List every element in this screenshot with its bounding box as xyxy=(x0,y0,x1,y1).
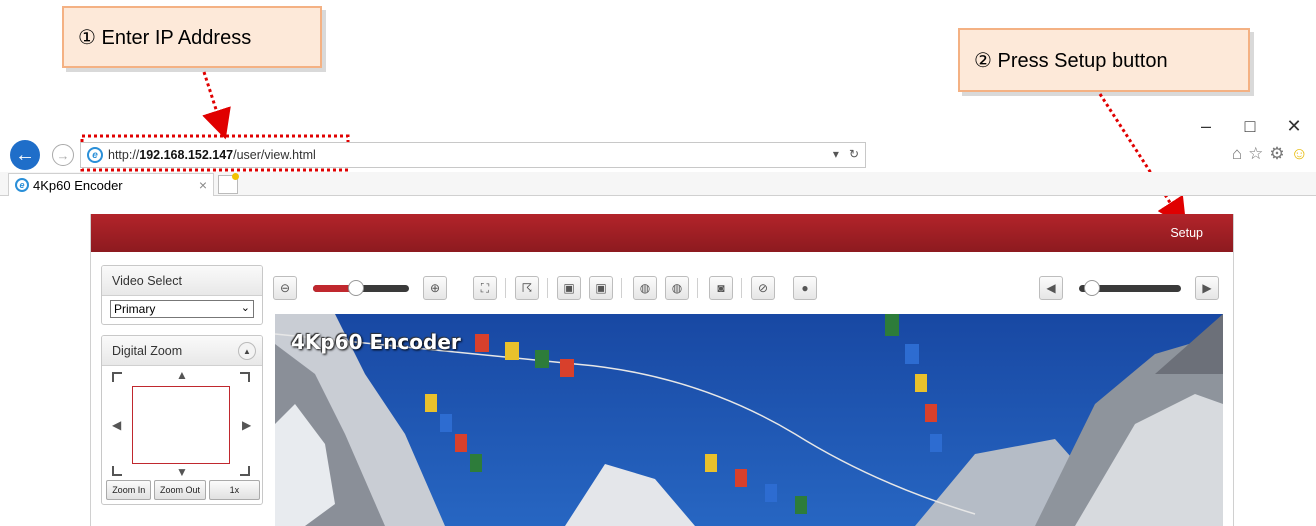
ie-icon: e xyxy=(87,147,103,163)
zoom-in-button[interactable]: Zoom In xyxy=(106,480,152,500)
tab-close-icon[interactable]: × xyxy=(199,177,207,193)
playback-slider[interactable] xyxy=(1079,280,1181,296)
zoom-slider[interactable] xyxy=(313,280,409,296)
back-button[interactable]: ← xyxy=(10,140,40,170)
pan-right-icon[interactable]: ▶ xyxy=(242,418,251,432)
ie-tab-icon: e xyxy=(15,178,29,192)
digital-zoom-header: Digital Zoom ▲ xyxy=(102,336,262,366)
snapshot-icon[interactable]: ◙ xyxy=(709,276,733,300)
video-select-value: Primary xyxy=(114,302,156,316)
stream2-icon[interactable]: ▣ xyxy=(589,276,613,300)
stream1-icon[interactable]: ▣ xyxy=(557,276,581,300)
tab-strip: e 4Kp60 Encoder × xyxy=(0,172,1316,196)
toolbar-separator xyxy=(547,278,548,298)
callout-press-setup-text: ② Press Setup button xyxy=(974,49,1168,72)
collapse-button[interactable]: ▲ xyxy=(238,342,256,360)
gear-icon[interactable]: ⚙ xyxy=(1269,144,1284,164)
arrow-enter-ip xyxy=(202,71,231,140)
prev-icon[interactable]: ◀ xyxy=(1039,276,1063,300)
zoom-out-button[interactable]: Zoom Out xyxy=(154,480,206,500)
dropdown-icon[interactable]: ▾ xyxy=(833,147,839,161)
zoom-1x-button[interactable]: 1x xyxy=(208,480,261,500)
tab-title: 4Kp60 Encoder xyxy=(33,177,123,193)
corner-bottom-left-icon[interactable] xyxy=(112,466,122,476)
toolbar-separator xyxy=(621,278,622,298)
callout-press-setup: ② Press Setup button xyxy=(958,28,1250,92)
toolbar-separator xyxy=(741,278,742,298)
address-tools: ▾ ↻ xyxy=(833,147,859,161)
smiley-icon[interactable]: ☺ xyxy=(1291,144,1308,164)
arrow-press-setup xyxy=(1098,93,1187,229)
corner-bottom-right-icon[interactable] xyxy=(240,466,250,476)
arrow-right-icon: → xyxy=(56,147,70,163)
home-icon[interactable]: ⌂ xyxy=(1232,144,1242,164)
digital-zoom-title: Digital Zoom xyxy=(112,343,183,358)
url-scheme: http:// xyxy=(108,148,140,162)
close-icon[interactable]: ✕ xyxy=(1286,116,1302,137)
arrow-left-icon: ← xyxy=(15,143,35,166)
mic-off-icon[interactable]: ⊘ xyxy=(751,276,775,300)
pan-down-icon[interactable]: ▼ xyxy=(176,465,188,479)
callout-enter-ip: ① Enter IP Address xyxy=(62,6,322,68)
url-path: /user/view.html xyxy=(233,148,316,162)
pan-left-icon[interactable]: ◀ xyxy=(112,418,121,432)
chevron-up-icon: ▲ xyxy=(243,346,251,356)
forward-button[interactable]: → xyxy=(52,144,74,166)
motion-icon[interactable]: ☈ xyxy=(515,276,539,300)
toolbar-separator xyxy=(697,278,698,298)
setup-button[interactable]: Setup xyxy=(1170,226,1203,240)
minimize-icon[interactable]: – xyxy=(1198,116,1214,137)
digital-zoom-panel: Digital Zoom ▲ ▲ ▼ ◀ ▶ Zoom In Zoom Out … xyxy=(101,335,263,505)
zoom-slider-knob[interactable] xyxy=(348,280,365,296)
chevron-down-icon: ⌄ xyxy=(240,302,250,314)
star-icon[interactable]: ☆ xyxy=(1248,144,1263,164)
zoom-in-icon[interactable]: ⊕ xyxy=(423,276,447,300)
maximize-icon[interactable]: □ xyxy=(1242,116,1258,137)
web-page: Setup Video Select Primary ⌄ Digital Zoo… xyxy=(90,214,1234,526)
video-select-title: Video Select xyxy=(102,266,262,296)
toolbar-separator xyxy=(505,278,506,298)
video-view[interactable]: 4Kp60 Encoder xyxy=(275,314,1223,526)
audio2-icon[interactable]: ◍ xyxy=(665,276,689,300)
fit-screen-icon[interactable]: ⛶ xyxy=(473,276,497,300)
record-icon[interactable]: ● xyxy=(793,276,817,300)
address-bar[interactable]: e http:// 192.168.152.147 /user/view.htm… xyxy=(80,142,866,168)
zoom-pad[interactable]: ▲ ▼ ◀ ▶ xyxy=(102,366,262,480)
zoom-buttons: Zoom In Zoom Out 1x xyxy=(102,480,262,504)
browser-toolbar-icons: ⌂ ☆ ⚙ ☺ xyxy=(1232,144,1308,164)
tab-encoder[interactable]: e 4Kp60 Encoder × xyxy=(8,173,214,196)
corner-top-left-icon[interactable] xyxy=(112,372,122,382)
next-icon[interactable]: ▶ xyxy=(1195,276,1219,300)
sidebar: Video Select Primary ⌄ Digital Zoom ▲ ▲ … xyxy=(101,265,263,515)
video-select-panel: Video Select Primary ⌄ xyxy=(101,265,263,325)
new-tab-button[interactable] xyxy=(218,173,239,194)
window-controls: – □ ✕ xyxy=(1198,116,1302,137)
pan-up-icon[interactable]: ▲ xyxy=(176,368,188,382)
zoom-out-icon[interactable]: ⊖ xyxy=(273,276,297,300)
video-overlay-title: 4Kp60 Encoder xyxy=(291,330,461,354)
zoom-region[interactable] xyxy=(132,386,230,464)
audio1-icon[interactable]: ◍ xyxy=(633,276,657,300)
video-select-dropdown[interactable]: Primary ⌄ xyxy=(110,300,254,318)
refresh-icon[interactable]: ↻ xyxy=(849,147,859,161)
callout-enter-ip-text: ① Enter IP Address xyxy=(78,26,252,49)
playback-slider-knob[interactable] xyxy=(1084,280,1101,296)
player-toolbar: ⊖ ⊕ ⛶ ☈ ▣ ▣ ◍ ◍ ◙ ⊘ ● ◀ ▶ xyxy=(273,276,1223,302)
url-host: 192.168.152.147 xyxy=(139,148,234,162)
top-banner: Setup xyxy=(91,214,1233,252)
corner-top-right-icon[interactable] xyxy=(240,372,250,382)
